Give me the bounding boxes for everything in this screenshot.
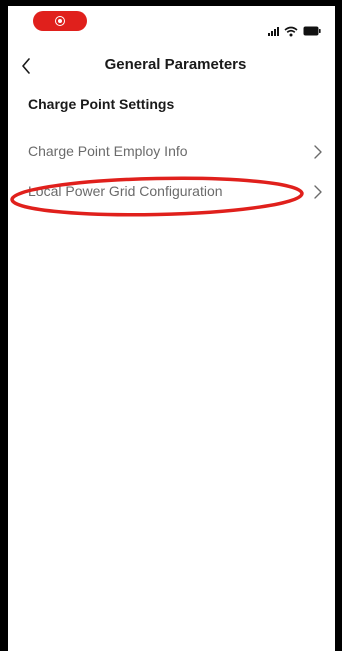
list-item-label: Charge Point Employ Info [28, 143, 188, 159]
list-item-label: Local Power Grid Configuration [28, 183, 223, 199]
battery-icon [303, 26, 321, 36]
status-icons [268, 25, 321, 37]
section-title: Charge Point Settings [28, 96, 175, 112]
page-title: General Parameters [104, 56, 247, 73]
nav-bar: General Parameters [8, 52, 335, 80]
list-item-charge-point-employ-info[interactable]: Charge Point Employ Info [8, 138, 335, 166]
status-bar [8, 6, 335, 40]
signal-icon [268, 26, 279, 36]
chevron-right-icon [314, 185, 322, 199]
list-item-local-power-grid-configuration[interactable]: Local Power Grid Configuration [8, 178, 335, 206]
phone-frame: General Parameters Charge Point Settings… [0, 0, 342, 651]
wifi-icon [284, 26, 298, 37]
record-icon[interactable] [33, 11, 87, 31]
chevron-right-icon [314, 145, 322, 159]
